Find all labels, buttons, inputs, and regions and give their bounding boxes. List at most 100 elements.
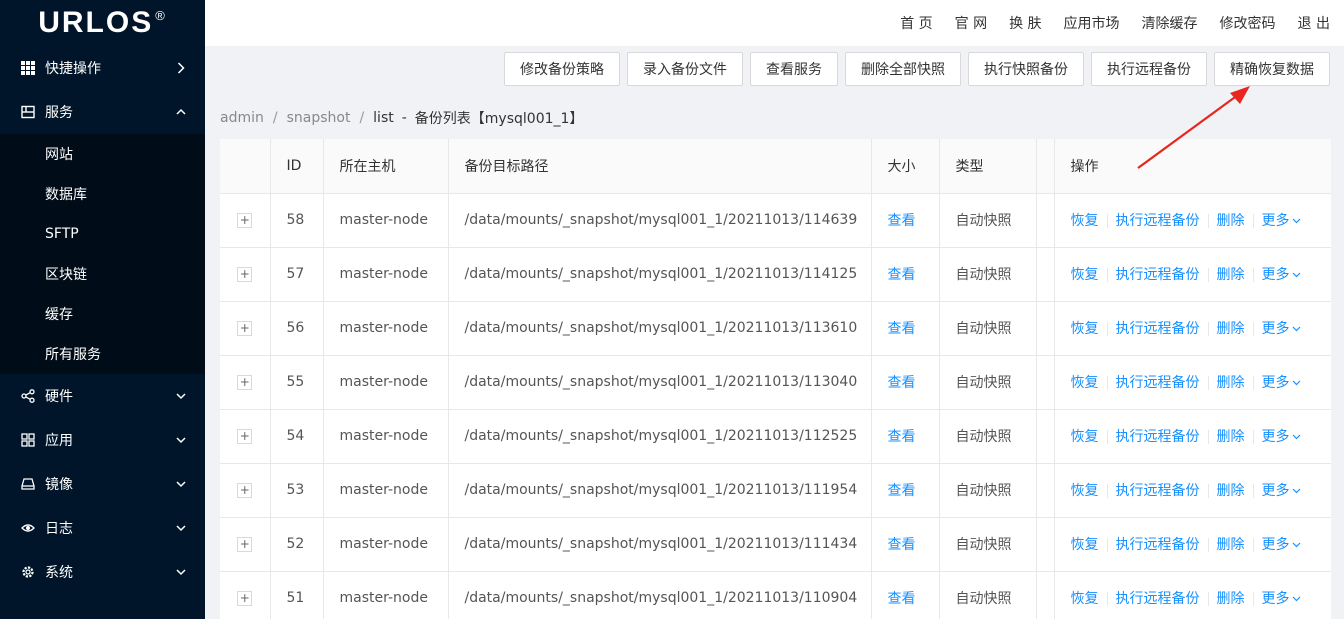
view-service-button[interactable]: 查看服务 [750, 52, 838, 86]
more-dropdown[interactable]: 更多 [1262, 321, 1301, 337]
sidebar-subitem-cache[interactable]: 缓存 [0, 294, 205, 334]
delete-link[interactable]: 删除 [1217, 267, 1245, 283]
remote-backup-link[interactable]: 执行远程备份 [1116, 213, 1200, 229]
view-size-link[interactable]: 查看 [888, 267, 916, 283]
cell-host: master-node [323, 571, 449, 619]
cell-gap [1036, 301, 1055, 356]
remote-backup-link[interactable]: 执行远程备份 [1116, 483, 1200, 499]
header-gap [1036, 139, 1055, 194]
restore-link[interactable]: 恢复 [1071, 375, 1099, 391]
nav-link-clear-cache[interactable]: 清除缓存 [1142, 13, 1198, 33]
restore-link[interactable]: 恢复 [1071, 321, 1099, 337]
sidebar-subitem-all-services[interactable]: 所有服务 [0, 334, 205, 374]
delete-link[interactable]: 删除 [1217, 483, 1245, 499]
run-remote-backup-button[interactable]: 执行远程备份 [1091, 52, 1207, 86]
table-row: +57 master-node/data/mounts/_snapshot/mys… [220, 247, 1331, 302]
nav-link-change-password[interactable]: 修改密码 [1220, 13, 1276, 33]
remote-backup-link[interactable]: 执行远程备份 [1116, 267, 1200, 283]
expand-button[interactable]: + [237, 536, 253, 552]
cell-host: master-node [323, 193, 449, 248]
cell-ops: 恢复 执行远程备份 删除 更多 [1054, 571, 1331, 619]
expand-button[interactable]: + [237, 482, 253, 498]
view-size-link[interactable]: 查看 [888, 213, 916, 229]
expand-button[interactable]: + [237, 212, 253, 228]
cell-ops: 恢复 执行远程备份 删除 更多 [1054, 247, 1331, 302]
delete-link[interactable]: 删除 [1217, 321, 1245, 337]
view-size-link[interactable]: 查看 [888, 375, 916, 391]
nav-link-home[interactable]: 首 页 [900, 13, 932, 33]
sidebar-item-hardware[interactable]: 硬件 [0, 374, 205, 418]
breadcrumb-separator: / [359, 110, 365, 126]
cell-ops: 恢复 执行远程备份 删除 更多 [1054, 193, 1331, 248]
more-dropdown[interactable]: 更多 [1262, 375, 1301, 391]
chevron-down-icon [1290, 375, 1301, 391]
cell-type: 自动快照 [939, 571, 1037, 619]
delete-link[interactable]: 删除 [1217, 537, 1245, 553]
more-dropdown[interactable]: 更多 [1262, 429, 1301, 445]
view-size-link[interactable]: 查看 [888, 537, 916, 553]
cell-ops: 恢复 执行远程备份 删除 更多 [1054, 355, 1331, 410]
more-dropdown[interactable]: 更多 [1262, 537, 1301, 553]
restore-link[interactable]: 恢复 [1071, 267, 1099, 283]
sidebar-subitem-website[interactable]: 网站 [0, 134, 205, 174]
more-dropdown[interactable]: 更多 [1262, 483, 1301, 499]
nav-link-logout[interactable]: 退 出 [1298, 13, 1330, 33]
view-size-link[interactable]: 查看 [888, 321, 916, 337]
restore-link[interactable]: 恢复 [1071, 483, 1099, 499]
delete-link[interactable]: 删除 [1217, 213, 1245, 229]
edit-backup-policy-button[interactable]: 修改备份策略 [504, 52, 620, 86]
delete-all-snapshots-button[interactable]: 删除全部快照 [845, 52, 961, 86]
expand-button[interactable]: + [237, 320, 253, 336]
delete-link[interactable]: 删除 [1217, 591, 1245, 607]
more-dropdown[interactable]: 更多 [1262, 591, 1301, 607]
sidebar-subitem-blockchain[interactable]: 区块链 [0, 254, 205, 294]
nav-link-app-market[interactable]: 应用市场 [1064, 13, 1120, 33]
restore-link[interactable]: 恢复 [1071, 537, 1099, 553]
delete-link[interactable]: 删除 [1217, 429, 1245, 445]
run-snapshot-backup-button[interactable]: 执行快照备份 [968, 52, 1084, 86]
precise-restore-button[interactable]: 精确恢复数据 [1214, 52, 1330, 86]
nav-link-official-site[interactable]: 官 网 [955, 13, 987, 33]
cell-type: 自动快照 [939, 409, 1037, 464]
sidebar-item-services[interactable]: 服务 [0, 90, 205, 134]
restore-link[interactable]: 恢复 [1071, 591, 1099, 607]
restore-link[interactable]: 恢复 [1071, 213, 1099, 229]
sidebar-item-logs[interactable]: 日志 [0, 506, 205, 550]
nav-link-skin[interactable]: 换 肤 [1009, 13, 1041, 33]
breadcrumb-admin[interactable]: admin [220, 110, 264, 126]
op-divider [1106, 484, 1108, 498]
cell-path: /data/mounts/_snapshot/mysql001_1/202110… [448, 409, 872, 464]
expand-cell: + [220, 301, 271, 356]
sidebar-item-quick[interactable]: 快捷操作 [0, 46, 205, 90]
sidebar-item-label: 镜像 [45, 477, 73, 493]
sidebar-subitem-sftp[interactable]: SFTP [0, 214, 205, 254]
sidebar-item-system[interactable]: 系统 [0, 550, 205, 594]
view-size-link[interactable]: 查看 [888, 483, 916, 499]
view-size-link[interactable]: 查看 [888, 591, 916, 607]
remote-backup-link[interactable]: 执行远程备份 [1116, 591, 1200, 607]
remote-backup-link[interactable]: 执行远程备份 [1116, 429, 1200, 445]
remote-backup-link[interactable]: 执行远程备份 [1116, 537, 1200, 553]
view-size-link[interactable]: 查看 [888, 429, 916, 445]
expand-button[interactable]: + [237, 374, 253, 390]
remote-backup-link[interactable]: 执行远程备份 [1116, 375, 1200, 391]
more-dropdown[interactable]: 更多 [1262, 213, 1301, 229]
cell-type: 自动快照 [939, 463, 1037, 518]
cell-host: master-node [323, 463, 449, 518]
table-row: +51 master-node/data/mounts/_snapshot/mys… [220, 571, 1331, 619]
expand-button[interactable]: + [237, 590, 253, 606]
breadcrumb-snapshot[interactable]: snapshot [287, 110, 351, 126]
sidebar-item-images[interactable]: 镜像 [0, 462, 205, 506]
expand-button[interactable]: + [237, 428, 253, 444]
delete-link[interactable]: 删除 [1217, 375, 1245, 391]
gear-icon [20, 564, 36, 580]
backup-table: ID 所在主机 备份目标路径 大小 类型 操作 +58 master-node/d… [220, 139, 1331, 619]
more-dropdown[interactable]: 更多 [1262, 267, 1301, 283]
sidebar-item-apps[interactable]: 应用 [0, 418, 205, 462]
cell-id: 51 [270, 571, 324, 619]
sidebar-subitem-database[interactable]: 数据库 [0, 174, 205, 214]
expand-button[interactable]: + [237, 266, 253, 282]
restore-link[interactable]: 恢复 [1071, 429, 1099, 445]
remote-backup-link[interactable]: 执行远程备份 [1116, 321, 1200, 337]
import-backup-file-button[interactable]: 录入备份文件 [627, 52, 743, 86]
